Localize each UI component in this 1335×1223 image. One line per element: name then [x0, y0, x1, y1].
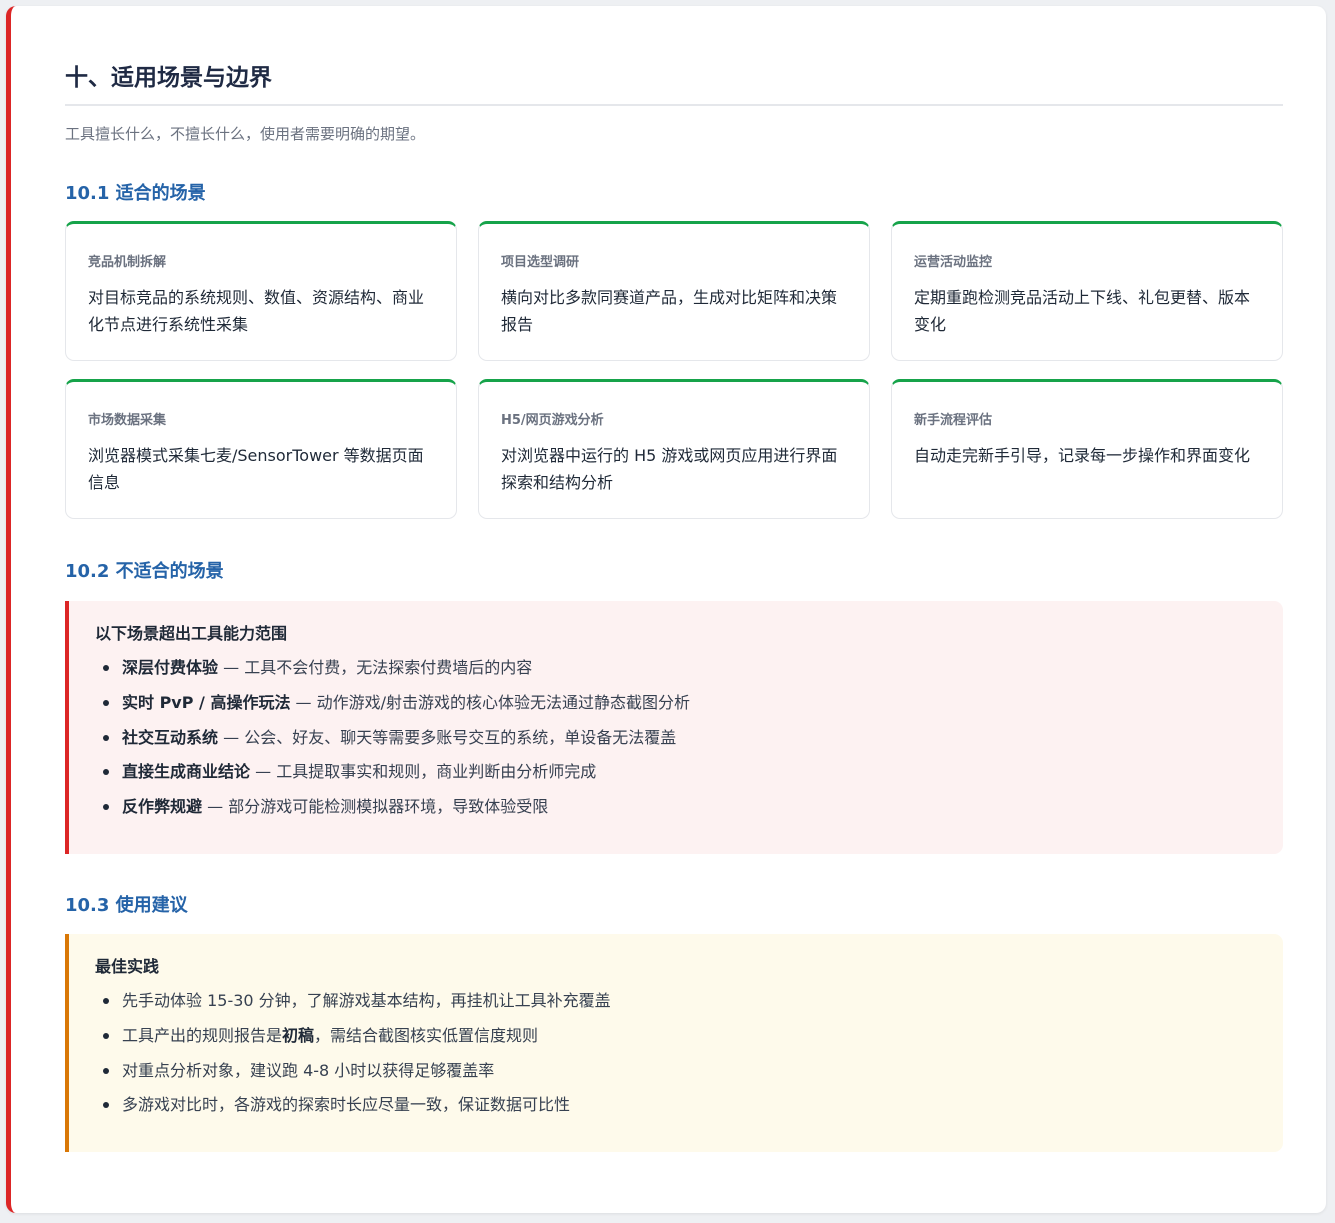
- scenario-card-text: 对目标竞品的系统规则、数值、资源结构、商业化节点进行系统性采集: [88, 288, 425, 334]
- scenario-card-label: H5/网页游戏分析: [501, 413, 604, 428]
- bullet-icon: [103, 769, 109, 776]
- list-item: 多游戏对比时，各游戏的探索时长应尽量一致，保证数据可比性: [95, 1088, 1257, 1123]
- list-item: 先手动体验 15-30 分钟，了解游戏基本结构，再挂机让工具补充覆盖: [95, 984, 1257, 1019]
- scenario-card: 市场数据采集 浏览器模式采集七麦/SensorTower 等数据页面信息: [65, 379, 457, 519]
- bullet-icon: [103, 734, 109, 741]
- scenario-card-text: 横向对比多款同赛道产品，生成对比矩阵和决策报告: [501, 288, 838, 334]
- tip-callout-title: 最佳实践: [95, 957, 160, 976]
- bullet-icon: [103, 804, 109, 811]
- page-title: 十、适用场景与边界: [65, 65, 272, 91]
- title-divider: [65, 104, 1283, 106]
- list-item: 反作弊规避 — 部分游戏可能检测模拟器环境，导致体验受限: [95, 790, 1257, 825]
- scenario-card-label: 市场数据采集: [88, 413, 167, 428]
- section-heading-unsuitable: 10.2 不适合的场景: [65, 561, 224, 582]
- bullet-icon: [103, 1067, 109, 1074]
- scenario-card-label: 竞品机制拆解: [88, 255, 167, 270]
- list-item: 实时 PvP / 高操作玩法 — 动作游戏/射击游戏的核心体验无法通过静态截图分…: [95, 686, 1257, 721]
- warning-callout: 以下场景超出工具能力范围 深层付费体验 — 工具不会付费，无法探索付费墙后的内容…: [65, 601, 1283, 854]
- scenario-card-text: 浏览器模式采集七麦/SensorTower 等数据页面信息: [88, 446, 424, 492]
- bullet-icon: [103, 1032, 109, 1039]
- bullet-icon: [103, 998, 109, 1004]
- unsuitable-list: 深层付费体验 — 工具不会付费，无法探索付费墙后的内容 实时 PvP / 高操作…: [95, 651, 1257, 825]
- list-item: 对重点分析对象，建议跑 4-8 小时以获得足够覆盖率: [95, 1054, 1257, 1089]
- list-item: 直接生成商业结论 — 工具提取事实和规则，商业判断由分析师完成: [95, 755, 1257, 790]
- section-heading-advice: 10.3 使用建议: [65, 895, 188, 916]
- scenario-card-text: 对浏览器中运行的 H5 游戏或网页应用进行界面探索和结构分析: [501, 446, 838, 492]
- list-item: 工具产出的规则报告是初稿，需结合截图核实低置信度规则: [95, 1019, 1257, 1054]
- page-subtitle: 工具擅长什么，不擅长什么，使用者需要明确的期望。: [65, 125, 426, 143]
- scenario-card-label: 运营活动监控: [914, 255, 993, 270]
- list-item: 深层付费体验 — 工具不会付费，无法探索付费墙后的内容: [95, 651, 1257, 686]
- bullet-icon: [103, 665, 109, 671]
- scenario-card-label: 项目选型调研: [501, 255, 580, 270]
- section-panel: 十、适用场景与边界 工具擅长什么，不擅长什么，使用者需要明确的期望。 10.1 …: [6, 6, 1326, 1213]
- advice-list: 先手动体验 15-30 分钟，了解游戏基本结构，再挂机让工具补充覆盖 工具产出的…: [95, 984, 1257, 1123]
- scenario-card: 竞品机制拆解 对目标竞品的系统规则、数值、资源结构、商业化节点进行系统性采集: [65, 221, 457, 361]
- scenario-card-text: 定期重跑检测竞品活动上下线、礼包更替、版本变化: [914, 288, 1251, 334]
- tip-callout: 最佳实践 先手动体验 15-30 分钟，了解游戏基本结构，再挂机让工具补充覆盖 …: [65, 934, 1283, 1152]
- scenario-card: 新手流程评估 自动走完新手引导，记录每一步操作和界面变化: [891, 379, 1283, 519]
- bullet-icon: [103, 1102, 109, 1109]
- scenario-card: H5/网页游戏分析 对浏览器中运行的 H5 游戏或网页应用进行界面探索和结构分析: [478, 379, 870, 519]
- scenario-card: 运营活动监控 定期重跑检测竞品活动上下线、礼包更替、版本变化: [891, 221, 1283, 361]
- scenario-card-text: 自动走完新手引导，记录每一步操作和界面变化: [914, 446, 1251, 465]
- section-heading-suitable: 10.1 适合的场景: [65, 183, 206, 204]
- list-item: 社交互动系统 — 公会、好友、聊天等需要多账号交互的系统，单设备无法覆盖: [95, 721, 1257, 756]
- scenario-card: 项目选型调研 横向对比多款同赛道产品，生成对比矩阵和决策报告: [478, 221, 870, 361]
- warning-callout-title: 以下场景超出工具能力范围: [95, 624, 288, 643]
- bullet-icon: [103, 699, 109, 706]
- scenario-card-label: 新手流程评估: [914, 413, 993, 428]
